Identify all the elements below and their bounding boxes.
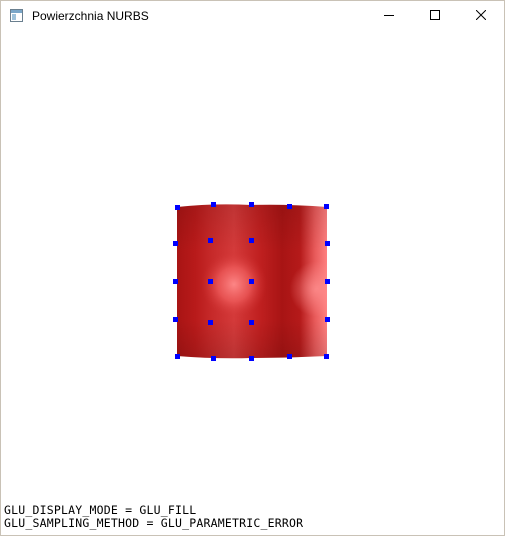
close-icon (475, 7, 487, 25)
control-point (208, 238, 213, 243)
control-point (325, 241, 330, 246)
control-point (173, 241, 178, 246)
control-point (208, 320, 213, 325)
control-point (287, 204, 292, 209)
maximize-button[interactable] (412, 1, 458, 31)
control-point (249, 356, 254, 361)
minimize-button[interactable] (366, 1, 412, 31)
control-point (249, 279, 254, 284)
window-title: Powierzchnia NURBS (32, 9, 149, 23)
opengl-viewport[interactable]: GLU_DISPLAY_MODE = GLU_FILL GLU_SAMPLING… (1, 31, 504, 535)
close-button[interactable] (458, 1, 504, 31)
control-point (324, 204, 329, 209)
control-point (211, 356, 216, 361)
control-point (208, 279, 213, 284)
control-point (324, 354, 329, 359)
control-point (175, 354, 180, 359)
maximize-icon (430, 7, 440, 25)
control-point (249, 238, 254, 243)
control-point (249, 320, 254, 325)
sampling-method-status: GLU_SAMPLING_METHOD = GLU_PARAMETRIC_ERR… (4, 516, 304, 530)
control-point (173, 317, 178, 322)
control-point (211, 202, 216, 207)
control-point (287, 354, 292, 359)
title-bar[interactable]: Powierzchnia NURBS (1, 1, 504, 31)
minimize-icon (384, 7, 394, 25)
control-point (173, 279, 178, 284)
control-point (325, 317, 330, 322)
app-window-icon (10, 9, 23, 22)
nurbs-scene (173, 202, 330, 361)
control-point (325, 279, 330, 284)
application-window: Powierzchnia NURBS GLU_DISPLAY_MODE = GL… (0, 0, 505, 536)
control-point (249, 202, 254, 207)
control-point (175, 205, 180, 210)
